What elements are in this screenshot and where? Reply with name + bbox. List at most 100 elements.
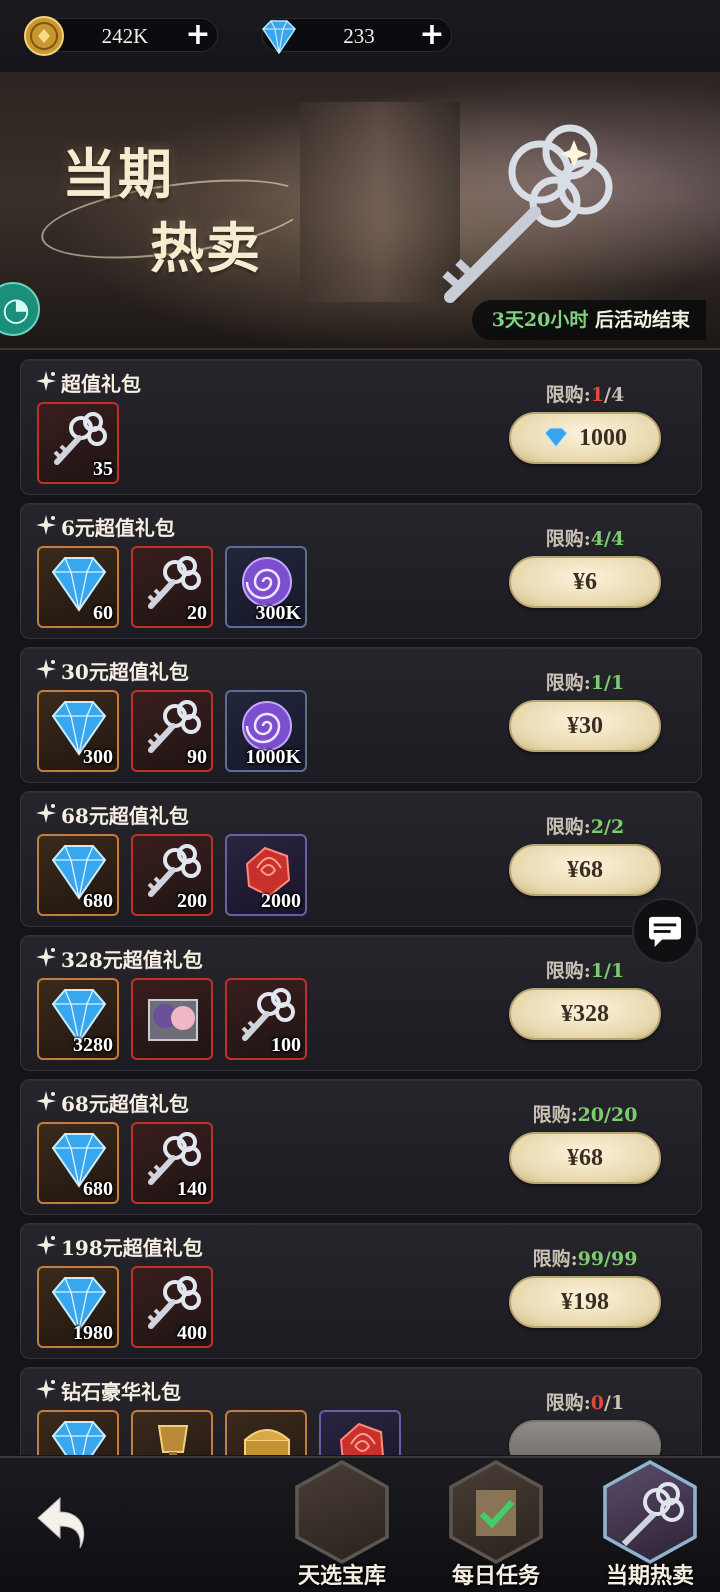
add-diamond-button[interactable]: + (417, 20, 447, 51)
reward-item[interactable]: 90 (131, 690, 213, 772)
add-gold-button[interactable]: + (183, 20, 213, 51)
reward-item[interactable]: 2000 (225, 834, 307, 916)
reward-quantity: 20 (187, 602, 207, 624)
red-rose-icon (339, 1422, 384, 1455)
reward-item[interactable]: 3280 (37, 978, 119, 1060)
pack-items: 300 90 1000K (37, 690, 307, 772)
banner-title-line1: 当期 (62, 142, 174, 206)
reward-item[interactable]: 200 (131, 834, 213, 916)
countdown-suffix: 后活动结束 (588, 309, 690, 331)
diamond-icon (544, 427, 568, 448)
tab-daily-tasks[interactable]: 每日任务 (440, 1460, 552, 1592)
reward-item[interactable]: 1980 (37, 1266, 119, 1348)
limit-total: /2 (604, 816, 625, 838)
pack-name: 30元超值礼包 (61, 660, 189, 684)
chat-button[interactable] (632, 898, 698, 964)
tab-hot-sale[interactable]: 当期热卖 (594, 1460, 706, 1592)
reward-item[interactable]: 300 (37, 690, 119, 772)
limit-current: 99 (577, 1248, 605, 1270)
reward-item[interactable]: 140 (131, 1122, 213, 1204)
limit-total: /4 (604, 528, 625, 550)
reward-quantity: 680 (83, 890, 113, 912)
pack-list[interactable]: 超值礼包 35 限购:1/4 1000 6元超值礼包 60 20 300K 限购:4/4 ¥6 30… (0, 355, 720, 1455)
back-icon[interactable] (30, 1488, 94, 1560)
reward-item[interactable]: 35 (37, 402, 119, 484)
price-label: 1000 (579, 425, 627, 451)
buy-button[interactable]: 1000 (509, 412, 661, 464)
pack-card: 6元超值礼包 60 20 300K 限购:4/4 ¥6 (20, 503, 702, 639)
diamond-amount: 233 (343, 24, 375, 48)
limit-label: 限购: (545, 816, 591, 838)
reward-item[interactable]: 1000K (225, 690, 307, 772)
pack-card: 钻石豪华礼包 限购:0/1 (20, 1367, 702, 1455)
sparkle-icon (36, 1379, 56, 1399)
reward-quantity: 100 (271, 1034, 301, 1056)
side-tab-icon: ◔ (2, 290, 30, 328)
treasure-vault-icon (298, 1464, 386, 1560)
chat-icon (649, 916, 681, 947)
gold-chest-icon (244, 1429, 290, 1455)
pack-items: 680 200 2000 (37, 834, 307, 916)
event-banner: 当期 热卖 3天20小时 后活动结束 (0, 72, 720, 350)
pack-name: 6元超值礼包 (61, 516, 175, 540)
pack-card: 30元超值礼包 300 90 1000K 限购:1/1 ¥30 (20, 647, 702, 783)
reward-item[interactable] (131, 978, 213, 1060)
buy-button[interactable]: ¥68 (509, 1132, 661, 1184)
diamond-icon (51, 1421, 107, 1455)
buy-button[interactable] (509, 1420, 661, 1455)
limit-total: /20 (604, 1104, 638, 1126)
price-label: ¥6 (573, 569, 597, 595)
reward-item[interactable] (225, 1410, 307, 1455)
reward-quantity: 35 (93, 458, 113, 480)
buy-button[interactable]: ¥328 (509, 988, 661, 1040)
gold-amount: 242K (101, 24, 149, 48)
reward-quantity: 140 (177, 1178, 207, 1200)
pack-card: 198元超值礼包 1980 400 限购:99/99 ¥198 (20, 1223, 702, 1359)
reward-item[interactable]: 60 (37, 546, 119, 628)
reward-item[interactable]: 400 (131, 1266, 213, 1348)
reward-quantity: 2000 (261, 890, 301, 912)
reward-item[interactable] (131, 1410, 213, 1455)
silver-key-icon (442, 124, 613, 303)
limit-current: 2 (590, 816, 605, 838)
limit-label: 限购: (545, 672, 591, 694)
reward-item[interactable]: 300K (225, 546, 307, 628)
tab-treasure-vault[interactable]: 天选宝库 (286, 1460, 398, 1592)
reward-item[interactable]: 100 (225, 978, 307, 1060)
tab-label: 当期热卖 (605, 1563, 694, 1589)
sparkle-icon (36, 371, 56, 391)
reward-quantity: 3280 (73, 1034, 113, 1056)
reward-item[interactable]: 680 (37, 834, 119, 916)
reward-quantity: 60 (93, 602, 113, 624)
sparkle-icon (36, 515, 56, 535)
countdown-timer: 3天20小时 后活动结束 (471, 300, 706, 340)
character-box-icon (148, 999, 198, 1041)
reward-item[interactable]: 680 (37, 1122, 119, 1204)
sparkle-icon (36, 947, 56, 967)
reward-item[interactable]: 20 (131, 546, 213, 628)
buy-button[interactable]: ¥6 (509, 556, 661, 608)
pack-name: 68元超值礼包 (61, 1092, 189, 1116)
top-bar: 242K + 233 + (0, 0, 720, 72)
pack-name: 68元超值礼包 (61, 804, 189, 828)
pack-items: 1980 400 (37, 1266, 213, 1348)
pack-name: 超值礼包 (61, 372, 141, 396)
price-label: ¥198 (561, 1289, 609, 1315)
reward-quantity: 200 (177, 890, 207, 912)
price-label: ¥68 (567, 857, 603, 883)
buy-button[interactable]: ¥68 (509, 844, 661, 896)
trophy-icon (157, 1425, 189, 1455)
buy-button[interactable]: ¥30 (509, 700, 661, 752)
limit-label: 限购: (532, 1104, 578, 1126)
reward-quantity: 300 (83, 746, 113, 768)
pack-name: 198元超值礼包 (61, 1236, 203, 1260)
limit-current: 20 (577, 1104, 605, 1126)
purchase-limit: 限购:1/4 (505, 380, 665, 407)
pack-card: 68元超值礼包 680 140 限购:20/20 ¥68 (20, 1079, 702, 1215)
gold-coin-icon (24, 16, 64, 56)
reward-item[interactable] (37, 1410, 119, 1455)
gold-currency: 242K + (24, 16, 218, 56)
buy-button[interactable]: ¥198 (509, 1276, 661, 1328)
reward-item[interactable] (319, 1410, 401, 1455)
purchase-limit: 限购:4/4 (505, 524, 665, 551)
